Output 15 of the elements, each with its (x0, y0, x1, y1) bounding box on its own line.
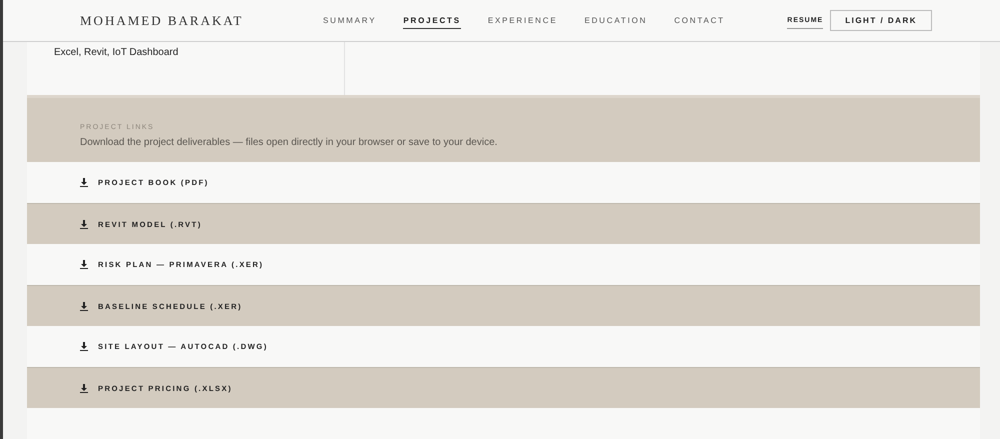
theme-toggle-button[interactable]: LIGHT / DARK (830, 10, 932, 31)
download-icon (80, 384, 88, 392)
section-description: Download the project deliverables — files open directly in your browser or save to your device. (80, 137, 498, 148)
tools-text: Excel, Revit, IoT Dashboard (54, 47, 178, 58)
nav-link[interactable]: EDUCATION (584, 12, 648, 28)
nav-link[interactable]: EXPERIENCE (488, 12, 558, 28)
nav-link[interactable]: SUMMARY (323, 12, 376, 28)
download-icon (80, 220, 88, 228)
nav-link[interactable]: CONTACT (674, 12, 725, 28)
nav-link[interactable]: PROJECTS (403, 12, 461, 28)
download-icon (80, 302, 88, 310)
brand-name[interactable]: MOHAMED BARAKAT (80, 12, 323, 28)
download-icon (80, 342, 88, 351)
download-icon (80, 260, 88, 269)
download-icon (80, 178, 88, 187)
